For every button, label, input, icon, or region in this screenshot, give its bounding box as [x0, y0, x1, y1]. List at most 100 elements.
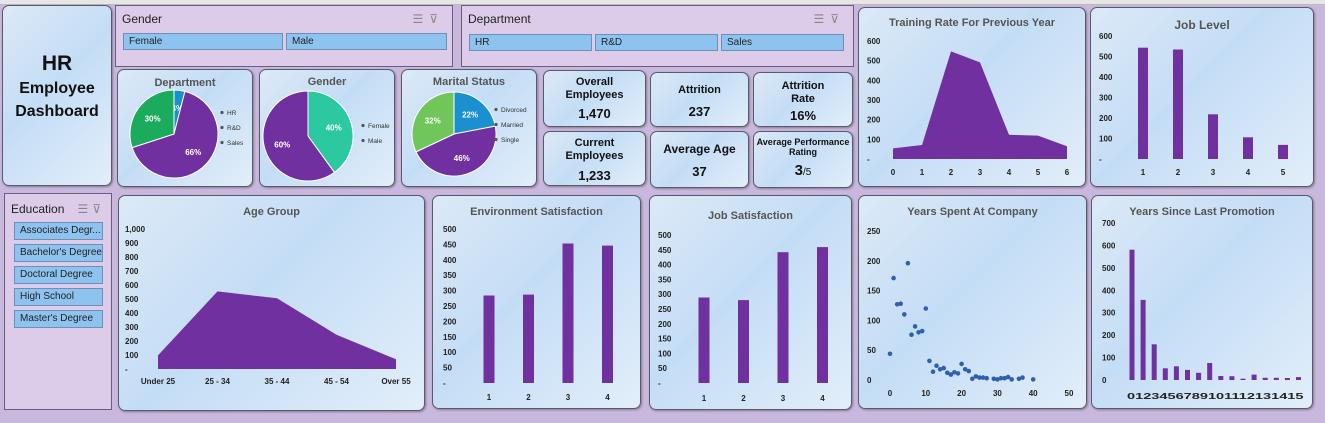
environment-satisfaction-bar — [562, 243, 574, 383]
y-tick-label: 200 — [443, 317, 457, 326]
y-tick-label: 500 — [1099, 53, 1113, 62]
y-tick-label: 500 — [125, 295, 139, 304]
kpi-attrition: Attrition 237 — [650, 72, 749, 127]
slicer-item-associates[interactable]: Associates Degr... — [14, 222, 103, 240]
x-tick-label: 2 — [526, 393, 531, 402]
promotion-bar — [1262, 377, 1268, 380]
y-tick-label: 250 — [867, 227, 881, 236]
slicer-item-rd[interactable]: R&D — [595, 34, 718, 51]
slicer-item-sales[interactable]: Sales — [721, 34, 844, 51]
clear-filter-icon[interactable]: ⊽ — [92, 202, 105, 216]
y-tick-label: 150 — [867, 287, 881, 296]
y-tick-label: 100 — [867, 135, 881, 144]
y-tick-label: 100 — [867, 316, 881, 325]
y-tick-label: 150 — [443, 333, 457, 342]
scatter-point — [927, 358, 932, 364]
multi-select-icon[interactable]: ☰ — [77, 202, 92, 216]
scatter-point — [959, 361, 964, 367]
y-tick-label: 400 — [443, 256, 457, 265]
kpi-label: Attrition Rate — [781, 80, 825, 105]
job-level-bar — [1208, 114, 1218, 159]
y-tick-label: 100 — [443, 348, 457, 357]
multi-select-icon[interactable]: ☰ — [412, 12, 429, 26]
y-tick-label: 300 — [1099, 94, 1113, 103]
marital-status-pie-chart: 22% 46% 32% Divorced Married Single — [411, 91, 527, 177]
pie-data-label: 30% — [145, 115, 161, 124]
scatter-point — [919, 328, 925, 334]
y-tick-label: 250 — [443, 302, 457, 311]
kpi-average-performance: Average Performance Rating 3/5 — [753, 131, 853, 188]
y-tick-label: 200 — [1099, 114, 1113, 123]
clear-filter-icon[interactable]: ⊽ — [830, 12, 845, 26]
x-tick-label: 10 — [921, 389, 930, 398]
slicer-item-high-school[interactable]: High School — [14, 288, 103, 306]
legend-label: Married — [501, 122, 523, 129]
job-level-chart-card: Job Level -100 200 300 400 500 600 1 2 3 4 5 — [1090, 7, 1314, 187]
job-satisfaction-bar — [738, 300, 749, 383]
scatter-point — [984, 375, 989, 381]
environment-satisfaction-card: Environment Satisfaction -50 100 150 200 250… — [432, 195, 641, 409]
x-tick-label: 5 — [1036, 168, 1041, 177]
legend-marker — [494, 122, 498, 127]
age-group-area-series — [158, 291, 396, 369]
department-slicer: Department ☰⊽ HR R&D Sales — [461, 5, 854, 67]
y-tick-label: 350 — [443, 271, 457, 280]
kpi-value-main: 3 — [794, 162, 803, 179]
kpi-label: Average Performance Rating — [756, 137, 850, 157]
multi-select-icon[interactable]: ☰ — [813, 12, 830, 26]
legend-marker — [361, 123, 365, 128]
y-tick-label: 500 — [1102, 264, 1116, 273]
scatter-point — [955, 371, 961, 376]
job-level-bar — [1278, 144, 1288, 159]
training-area-series — [893, 51, 1067, 159]
x-tick-label: 3 — [978, 168, 983, 177]
kpi-current-employees: Current Employees 1,233 — [543, 131, 646, 186]
slicer-item-bachelors[interactable]: Bachelor's Degree — [14, 244, 103, 262]
y-tick-label: 450 — [658, 246, 672, 255]
x-tick-label: 4 — [605, 393, 610, 402]
promotion-bar — [1151, 344, 1157, 380]
slicer-item-hr[interactable]: HR — [469, 34, 592, 51]
years-since-promotion-bar-chart: 0 100 200 300 400 500 600 700 012345678910111213… — [1102, 219, 1304, 401]
job-level-bar — [1173, 49, 1183, 159]
y-tick-label: 0 — [867, 376, 872, 385]
kpi-value: 3/5 — [754, 162, 852, 179]
scatter-point — [909, 332, 914, 337]
y-tick-label: 50 — [867, 346, 876, 355]
department-pie-chart: 4%66%30%HRR&DSales — [129, 89, 244, 179]
pie-data-label: 32% — [425, 117, 441, 126]
x-tick-label: 0 — [891, 168, 896, 177]
scatter-point — [898, 301, 903, 306]
x-tick-label: 0 — [888, 389, 893, 398]
slicer-item-masters[interactable]: Master's Degree — [14, 310, 103, 328]
job-satisfaction-bar — [698, 297, 710, 383]
y-tick-label: 450 — [443, 240, 457, 249]
x-tick-label: 20 — [957, 389, 966, 398]
gender-pie-chart: 40% 60% Female Male — [262, 90, 390, 182]
kpi-value: 37 — [692, 164, 707, 179]
y-tick-label: 0 — [1102, 376, 1107, 385]
environment-satisfaction-bar — [483, 295, 495, 383]
promotion-bar — [1185, 369, 1190, 380]
x-tick-label: 50 — [1065, 389, 1074, 398]
x-tick-label: 1 — [487, 393, 492, 402]
slicer-item-female[interactable]: Female — [123, 33, 283, 50]
x-tick-label: 25 - 34 — [205, 377, 230, 386]
y-tick-label: 100 — [125, 351, 139, 360]
promotion-bar — [1240, 378, 1246, 380]
x-tick-label: 40 — [1029, 389, 1038, 398]
y-tick-label: 300 — [658, 290, 672, 299]
title-line-hr: HR — [41, 52, 73, 75]
training-area-chart: - 100 200 300 400 500 600 0 1 2 3 4 5 6 — [867, 37, 1070, 177]
slicer-item-male[interactable]: Male — [286, 33, 447, 50]
promotion-bar — [1196, 372, 1202, 380]
y-tick-label: 400 — [867, 76, 881, 85]
slicer-item-doctoral[interactable]: Doctoral Degree — [14, 266, 103, 284]
x-tick-label: Under 25 — [141, 377, 176, 386]
promotion-bar — [1140, 299, 1146, 380]
clear-filter-icon[interactable]: ⊽ — [429, 12, 444, 26]
y-tick-label: 600 — [125, 281, 139, 290]
x-tick-label: 30 — [993, 389, 1002, 398]
x-tick-label: 2 — [741, 394, 746, 403]
y-tick-label: 700 — [1102, 219, 1116, 228]
